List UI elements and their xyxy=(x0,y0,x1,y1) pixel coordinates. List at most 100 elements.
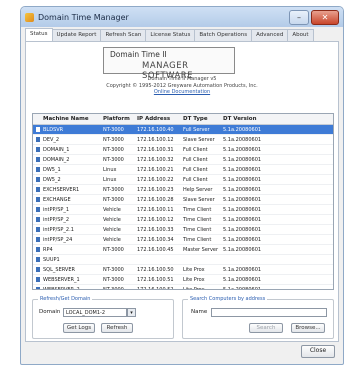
column-header-machine-name[interactable]: Machine Name xyxy=(41,116,101,122)
dt-version-cell: 5.1a.20080601 xyxy=(223,126,262,133)
table-row[interactable]: WEBSERVER_1 NT-3000 172.16.100.51 Lite Prox… xyxy=(33,275,333,285)
table-row[interactable]: EXCHSERVER1 NT-3000 172.16.100.23 Help Serv… xyxy=(33,185,333,195)
dt-version-cell: 5.1a.20080601 xyxy=(223,226,262,233)
table-row[interactable]: EXCHANGE NT-3000 172.16.100.28 Slave Server… xyxy=(33,195,333,205)
dt-version-cell: 5.1a.20080601 xyxy=(223,266,262,273)
platform-cell: NT-3000 xyxy=(103,196,124,203)
computer-icon xyxy=(36,257,40,262)
dt-version-cell: 5.1a.20080601 xyxy=(223,236,262,243)
table-row[interactable]: BLDSVR NT-3000 172.16.100.40 Full Server 5.1… xyxy=(33,125,333,135)
dt-type-cell: Help Server xyxy=(183,186,213,193)
ip-address-cell: 172.16.100.40 xyxy=(137,126,174,133)
dt-type-cell: Full Client xyxy=(183,176,208,183)
dt-type-cell: Full Client xyxy=(183,166,208,173)
dt-type-cell: Time Client xyxy=(183,206,212,213)
ip-address-cell: 172.16.100.21 xyxy=(137,166,174,173)
column-header-dt-version[interactable]: DT Version xyxy=(221,116,281,122)
column-header-ip-address[interactable]: IP Address xyxy=(135,116,181,122)
lookup-group-title: Search Computers by address xyxy=(188,296,268,302)
tab-update-report[interactable]: Update Report xyxy=(51,29,102,41)
ip-address-cell: 172.16.100.32 xyxy=(137,156,174,163)
table-row[interactable]: intPP/SP_2.1 Vehicle 172.16.100.33 Time Cli… xyxy=(33,225,333,235)
close-window-button[interactable]: ✕ xyxy=(311,9,339,25)
table-row[interactable]: intPP/SP_2 Vehicle 172.16.100.12 Time Clien… xyxy=(33,215,333,225)
computer-icon xyxy=(36,177,40,182)
tab-about[interactable]: About xyxy=(287,29,314,41)
row-computer-icon xyxy=(33,197,41,202)
machine-name-cell: SUUP1 xyxy=(43,256,60,263)
platform-cell: NT-3000 xyxy=(103,156,124,163)
dt-type-cell: Slave Server xyxy=(183,196,215,203)
column-header-dt-type[interactable]: DT Type xyxy=(181,116,221,122)
dt-version-cell: 5.1a.20080601 xyxy=(223,196,262,203)
table-row[interactable]: intPP/SP_1 Vehicle 172.16.100.11 Time Clien… xyxy=(33,205,333,215)
dt-version-cell: 5.1a.20080601 xyxy=(223,206,262,213)
table-row[interactable]: DOMAIN_2 NT-3000 172.16.100.32 Full Client 5… xyxy=(33,155,333,165)
platform-cell: NT-3000 xyxy=(103,146,124,153)
machine-name-cell: RP4 xyxy=(43,246,53,253)
get-logs-button[interactable]: Get Logs xyxy=(63,323,95,333)
minimize-button[interactable]: – xyxy=(289,9,309,25)
window-title: Domain Time Manager xyxy=(38,12,129,22)
dt-type-cell: Lite Prox xyxy=(183,266,205,273)
dt-type-cell: Time Client xyxy=(183,226,212,233)
product-logo: Domain Time II MANAGER SOFTWARE xyxy=(103,47,235,81)
browse-button[interactable]: Browse... xyxy=(291,323,325,333)
table-row[interactable]: DW5_1 Linux 172.16.100.21 Full Client 5.1a.2… xyxy=(33,165,333,175)
name-label: Name xyxy=(191,309,208,315)
row-computer-icon xyxy=(33,157,41,162)
ip-address-cell: 172.16.100.34 xyxy=(137,236,174,243)
ip-address-cell: 172.16.100.52 xyxy=(137,286,174,290)
close-button[interactable]: Close xyxy=(301,345,335,358)
domain-group: Refresh/Get Domain Domain LOCAL_DOM1-2 ▾… xyxy=(32,296,174,339)
ip-address-cell: 172.16.100.33 xyxy=(137,226,174,233)
tab-batch-operations[interactable]: Batch Operations xyxy=(194,29,253,41)
machine-name-cell: WEBSERVER_2 xyxy=(43,286,80,290)
product-info: Domain Time II Manager v5 Copyright © 19… xyxy=(26,76,338,96)
table-row[interactable]: SUUP1 xyxy=(33,255,333,265)
documentation-link[interactable]: Online Documentation xyxy=(26,89,338,96)
dt-version-cell: 5.1a.20080601 xyxy=(223,276,262,283)
ip-address-cell: 172.16.100.45 xyxy=(137,246,174,253)
dt-version-cell: 5.1a.20080601 xyxy=(223,246,262,253)
table-row[interactable]: SQL_SERVER NT-3000 172.16.100.50 Lite Prox 5… xyxy=(33,265,333,275)
search-button[interactable]: Search xyxy=(249,323,283,333)
machine-name-cell: SQL_SERVER xyxy=(43,266,75,273)
platform-cell: Vehicle xyxy=(103,226,121,233)
dt-version-cell: 5.1a.20080601 xyxy=(223,286,262,290)
table-row[interactable]: intPP/SP_24 Vehicle 172.16.100.34 Time Clie… xyxy=(33,235,333,245)
computer-icon xyxy=(36,167,40,172)
machine-name-cell: BLDSVR xyxy=(43,126,64,133)
tab-advanced[interactable]: Advanced xyxy=(251,29,289,41)
table-row[interactable]: DEV_2 NT-3000 172.16.100.12 Slave Server 5.1… xyxy=(33,135,333,145)
ip-address-cell: 172.16.100.50 xyxy=(137,266,174,273)
table-row[interactable]: DW5_2 Linux 172.16.100.22 Full Client 5.1a.2… xyxy=(33,175,333,185)
dt-type-cell: Time Client xyxy=(183,236,212,243)
dt-version-cell: 5.1a.20080601 xyxy=(223,146,262,153)
table-row[interactable]: RP4 NT-3000 172.16.100.45 Master Server 5.1a… xyxy=(33,245,333,255)
row-computer-icon xyxy=(33,247,41,252)
title-bar[interactable]: Domain Time Manager – ✕ xyxy=(21,7,343,27)
table-row[interactable]: WEBSERVER_2 NT-3000 172.16.100.52 Lite Prox… xyxy=(33,285,333,290)
tab-license-status[interactable]: License Status xyxy=(145,29,196,41)
computer-icon xyxy=(36,207,40,212)
ip-address-cell: 172.16.100.11 xyxy=(137,206,174,213)
machines-table[interactable]: Machine Name Platform IP Address DT Type… xyxy=(32,113,334,290)
computer-icon xyxy=(36,227,40,232)
refresh-button[interactable]: Refresh xyxy=(101,323,133,333)
row-computer-icon xyxy=(33,227,41,232)
machine-name-cell: DW5_1 xyxy=(43,166,61,173)
domain-input[interactable]: LOCAL_DOM1-2 xyxy=(63,308,127,317)
tab-refresh-scan[interactable]: Refresh Scan xyxy=(100,29,147,41)
table-row[interactable]: DOMAIN_1 NT-3000 172.16.100.31 Full Client 5… xyxy=(33,145,333,155)
column-header-platform[interactable]: Platform xyxy=(101,116,135,122)
platform-cell: NT-3000 xyxy=(103,136,124,143)
chevron-down-icon[interactable]: ▾ xyxy=(127,308,136,317)
computer-icon xyxy=(36,157,40,162)
table-body: BLDSVR NT-3000 172.16.100.40 Full Server 5.1… xyxy=(33,125,333,290)
computer-icon xyxy=(36,267,40,272)
platform-cell: Linux xyxy=(103,166,117,173)
ip-address-cell: 172.16.100.22 xyxy=(137,176,174,183)
name-input[interactable] xyxy=(211,308,327,317)
domain-group-title: Refresh/Get Domain xyxy=(38,296,93,302)
